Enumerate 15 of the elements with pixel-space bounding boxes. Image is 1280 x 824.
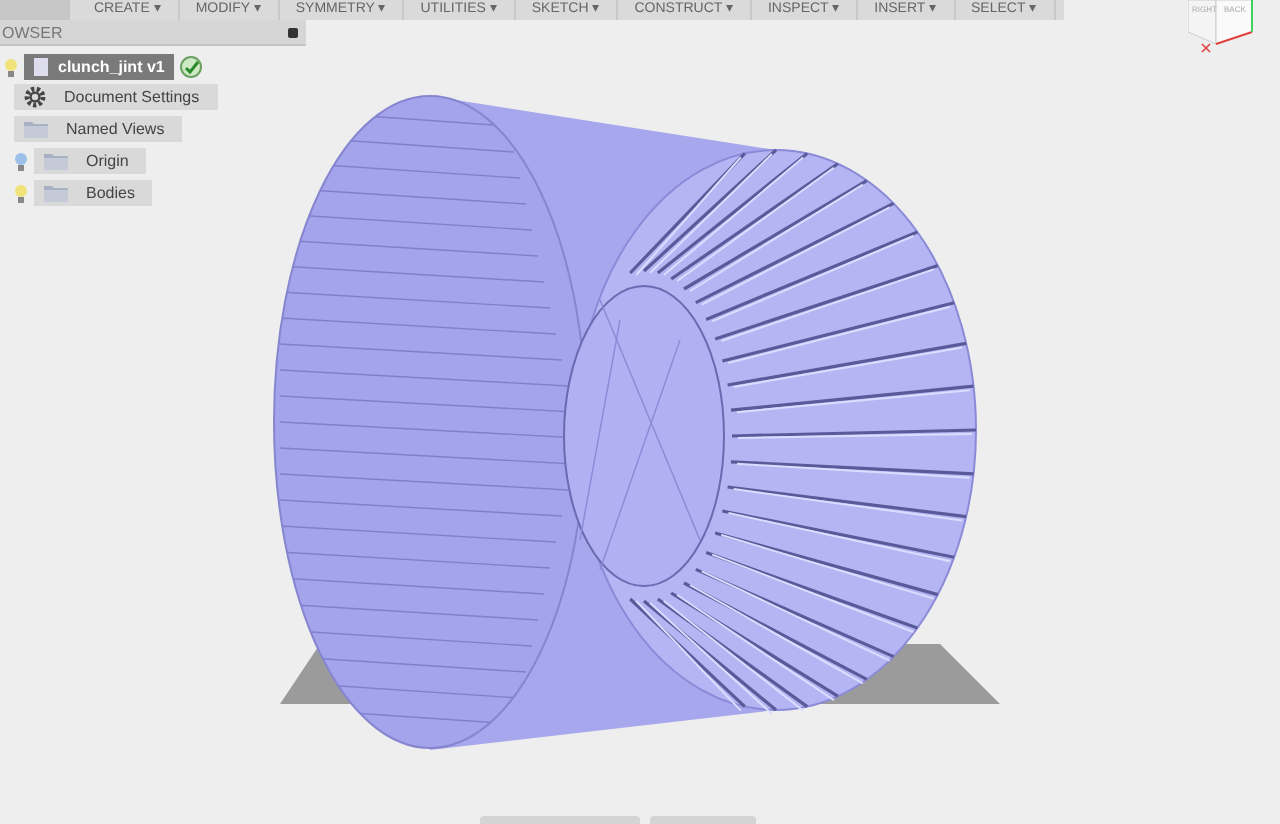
browser-title: OWSER — [2, 23, 63, 41]
tree-item[interactable]: Bodies — [34, 180, 153, 206]
tree-item[interactable]: clunch_jint v1 — [24, 54, 175, 80]
folder-icon — [44, 184, 68, 202]
lightbulb-icon[interactable] — [14, 183, 28, 203]
tree-item[interactable]: Named Views — [14, 116, 183, 142]
tree-item[interactable]: Document Settings — [14, 84, 218, 110]
gear-icon — [24, 86, 46, 108]
document-icon — [34, 58, 48, 76]
folder-icon — [44, 152, 68, 170]
lightbulb-icon[interactable] — [4, 57, 18, 77]
tree-item[interactable]: Origin — [34, 148, 147, 174]
folder-icon — [24, 120, 48, 138]
collapse-icon[interactable] — [288, 27, 298, 37]
lightbulb-icon[interactable] — [14, 151, 28, 171]
